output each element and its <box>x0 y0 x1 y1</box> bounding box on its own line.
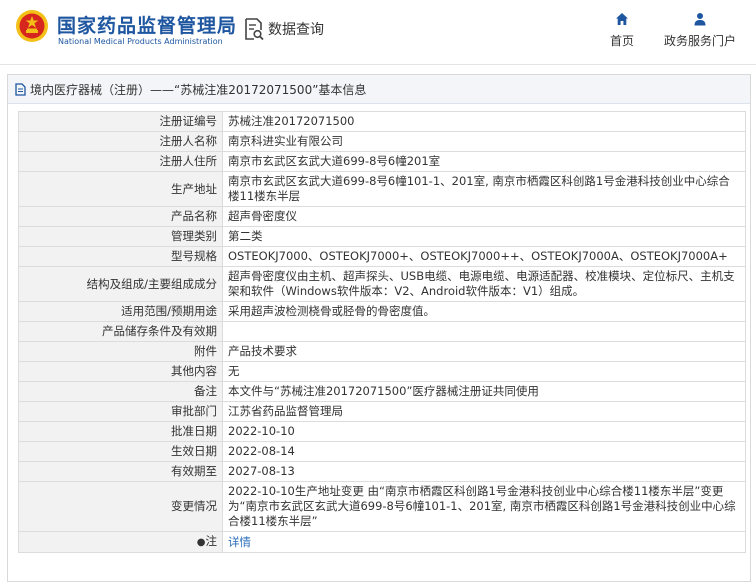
user-icon <box>694 13 706 26</box>
row-value: 南京市玄武区玄武大道699-8号6幢101-1、201室, 南京市栖霞区科创路1… <box>222 171 746 207</box>
site-name-cn[interactable]: 国家药品监督管理局 <box>57 11 237 38</box>
row-label: 附件 <box>18 341 223 362</box>
row-label: 注册人住所 <box>18 151 223 172</box>
document-icon <box>15 82 26 96</box>
row-value: 南京市玄武区玄武大道699-8号6幢201室 <box>222 151 746 172</box>
row-label: 管理类别 <box>18 226 223 247</box>
table-row: 注册人名称 南京科进实业有限公司 <box>18 131 746 152</box>
row-value: 无 <box>222 361 746 382</box>
data-query-link[interactable]: 数据查询 <box>244 18 324 40</box>
nav-gov-service-portal-label: 政务服务门户 <box>663 34 736 48</box>
nav-gov-service-portal[interactable]: 政务服务门户 <box>660 12 740 49</box>
table-row: 变更情况 2022-10-10生产地址变更 由“南京市栖霞区科创路1号金港科技创业… <box>18 481 746 532</box>
search-document-icon <box>245 18 264 40</box>
row-label: 注册证编号 <box>18 111 223 132</box>
row-value: 详情 <box>222 531 746 553</box>
row-label: 备注 <box>18 381 223 402</box>
header-divider <box>0 64 756 65</box>
row-label: 有效期至 <box>18 461 223 482</box>
detail-link[interactable]: 详情 <box>228 535 251 549</box>
row-label: 适用范围/预期用途 <box>18 301 223 322</box>
site-header: 国家药品监督管理局 National Medical Products Admi… <box>0 0 756 64</box>
table-row: 审批部门 江苏省药品监督管理局 <box>18 401 746 422</box>
table-row: 管理类别 第二类 <box>18 226 746 247</box>
row-value: 采用超声波检测桡骨或胫骨的骨密度值。 <box>222 301 746 322</box>
table-row: 注册人住所 南京市玄武区玄武大道699-8号6幢201室 <box>18 151 746 172</box>
row-value: 产品技术要求 <box>222 341 746 362</box>
row-label: 型号规格 <box>18 246 223 267</box>
home-icon <box>616 13 628 25</box>
table-row: 产品储存条件及有效期 <box>18 321 746 342</box>
table-row: 注册证编号 苏械注准20172071500 <box>18 111 746 132</box>
site-name-en: National Medical Products Administration <box>58 37 223 46</box>
table-row: 批准日期 2022-10-10 <box>18 421 746 442</box>
row-label: 生产地址 <box>18 171 223 207</box>
row-label: 产品储存条件及有效期 <box>18 321 223 342</box>
nav-home-label: 首页 <box>609 34 634 48</box>
table-row: 型号规格 OSTEOKJ7000、OSTEOKJ7000+、OSTEOKJ7000… <box>18 246 746 267</box>
note-label: 注 <box>205 534 218 548</box>
table-row: 附件 产品技术要求 <box>18 341 746 362</box>
table-row: 有效期至 2027-08-13 <box>18 461 746 482</box>
row-label: ●注 <box>18 531 223 553</box>
data-query-label: 数据查询 <box>268 22 324 38</box>
table-row: 产品名称 超声骨密度仪 <box>18 206 746 227</box>
row-value: 超声骨密度仪由主机、超声探头、USB电缆、电源电缆、电源适配器、校准模块、定位标… <box>222 266 746 302</box>
table-row: 其他内容无 <box>18 361 746 382</box>
table-row: 备注 本文件与“苏械注准20172071500”医疗器械注册证共同使用 <box>18 381 746 402</box>
panel-title: 境内医疗器械（注册）——“苏械注准20172071500”基本信息 <box>30 82 367 97</box>
row-value: 2022-08-14 <box>222 441 746 462</box>
nav-home[interactable]: 首页 <box>600 12 644 49</box>
row-value <box>222 321 746 342</box>
pin-icon: ● <box>196 537 206 548</box>
national-emblem-icon[interactable] <box>15 9 49 43</box>
row-label: 其他内容 <box>18 361 223 382</box>
row-label: 变更情况 <box>18 481 223 532</box>
row-value: 苏械注准20172071500 <box>222 111 746 132</box>
table-row: 生产地址 南京市玄武区玄武大道699-8号6幢101-1、201室, 南京市栖霞区… <box>18 171 746 207</box>
table-row: 适用范围/预期用途 采用超声波检测桡骨或胫骨的骨密度值。 <box>18 301 746 322</box>
row-value: OSTEOKJ7000、OSTEOKJ7000+、OSTEOKJ7000++、O… <box>222 246 746 267</box>
row-label: 审批部门 <box>18 401 223 422</box>
row-value: 超声骨密度仪 <box>222 206 746 227</box>
table-row: 生效日期 2022-08-14 <box>18 441 746 462</box>
row-label: 注册人名称 <box>18 131 223 152</box>
row-label: 结构及组成/主要组成成分 <box>18 266 223 302</box>
row-label: 批准日期 <box>18 421 223 442</box>
detail-table: 注册证编号 苏械注准20172071500 注册人名称 南京科进实业有限公司 注册人住所… <box>18 111 746 553</box>
panel-header: 境内医疗器械（注册）——“苏械注准20172071500”基本信息 <box>8 75 750 104</box>
table-row: 结构及组成/主要组成成分 超声骨密度仪由主机、超声探头、USB电缆、电源电缆、电源… <box>18 266 746 302</box>
row-value: 南京科进实业有限公司 <box>222 131 746 152</box>
row-value: 江苏省药品监督管理局 <box>222 401 746 422</box>
row-value: 2027-08-13 <box>222 461 746 482</box>
row-value: 本文件与“苏械注准20172071500”医疗器械注册证共同使用 <box>222 381 746 402</box>
detail-panel: 境内医疗器械（注册）——“苏械注准20172071500”基本信息 注册证编号苏… <box>7 74 751 582</box>
row-value: 2022-10-10 <box>222 421 746 442</box>
row-label: 生效日期 <box>18 441 223 462</box>
table-row: ●注 详情 <box>18 531 746 553</box>
row-value: 2022-10-10生产地址变更 由“南京市栖霞区科创路1号金港科技创业中心综合… <box>222 481 746 532</box>
row-label: 产品名称 <box>18 206 223 227</box>
row-value: 第二类 <box>222 226 746 247</box>
